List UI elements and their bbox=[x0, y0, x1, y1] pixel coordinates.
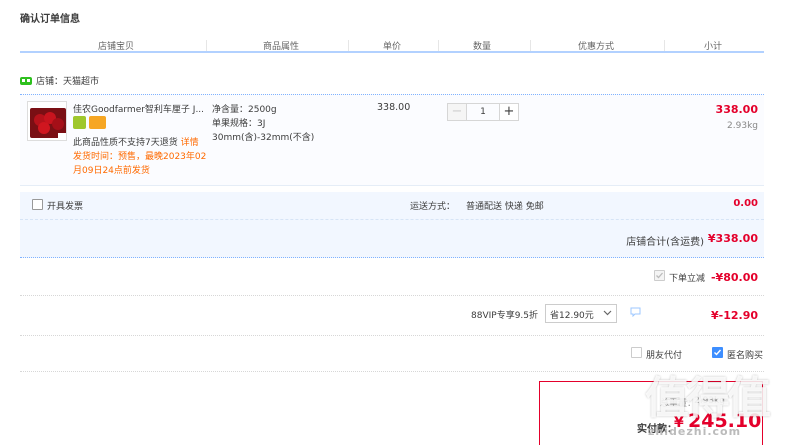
item-subtotal: 338.00 bbox=[715, 103, 758, 116]
vip-discount-select[interactable]: 省12.90元 bbox=[545, 304, 617, 323]
instant-discount-value: -¥80.00 bbox=[710, 271, 758, 284]
column-header-unit-price: 单价 bbox=[383, 42, 402, 52]
column-separator bbox=[348, 40, 349, 51]
shipping-price: 0.00 bbox=[733, 198, 758, 209]
no-return-notice: 此商品性质不支持7天退货 详情 bbox=[73, 135, 199, 148]
column-header-discount: 优惠方式 bbox=[578, 42, 615, 52]
quantity-plus-button[interactable]: + bbox=[499, 103, 519, 121]
invoice-label: 开具发票 bbox=[47, 202, 84, 212]
shipping-method-value: 普通配送 快递 免邮 bbox=[466, 202, 544, 212]
product-title[interactable]: 佳农Goodfarmer智利车厘子 J... bbox=[73, 102, 208, 115]
column-header-quantity: 数量 bbox=[473, 42, 492, 52]
quantity-input[interactable]: 1 bbox=[467, 103, 499, 121]
store-total-value: ¥338.00 bbox=[707, 232, 758, 245]
chevron-down-icon bbox=[603, 308, 612, 320]
ship-time-notice: 发货时间：预售，最晚2023年02月09日24点前发货 bbox=[73, 152, 207, 176]
column-separator bbox=[206, 40, 207, 51]
column-header-store-items: 店铺宝贝 bbox=[98, 42, 135, 52]
card-badge-icon bbox=[89, 116, 106, 129]
table-header: 店铺宝贝 商品属性 单价 数量 优惠方式 小计 bbox=[20, 38, 764, 53]
column-separator bbox=[664, 40, 665, 51]
anonymous-label: 匿名购买 bbox=[727, 351, 764, 361]
shipping-method-label: 运送方式： bbox=[410, 202, 456, 212]
quantity-stepper: − 1 + bbox=[447, 103, 519, 121]
watermark-url: zhidezhi.com bbox=[648, 425, 742, 438]
property-net-weight: 净含量：2500g bbox=[212, 105, 277, 115]
column-header-attributes: 商品属性 bbox=[263, 42, 300, 52]
vip-discount-row: 88VIP专享9.5折 ¥-12.90 bbox=[20, 296, 764, 336]
quantity-minus-button[interactable]: − bbox=[447, 103, 467, 121]
unit-price: 338.00 bbox=[377, 102, 411, 113]
no-return-text: 此商品性质不支持7天退货 bbox=[73, 138, 178, 148]
instant-discount-checkbox bbox=[654, 270, 665, 281]
page-title: 确认订单信息 bbox=[20, 14, 80, 25]
service-badge-icon bbox=[73, 116, 86, 129]
no-return-detail-link[interactable]: 详情 bbox=[181, 138, 199, 148]
column-separator bbox=[530, 40, 531, 51]
tmall-icon bbox=[20, 76, 32, 85]
vip-discount-select-value: 省12.90元 bbox=[550, 311, 594, 321]
vip-discount-value: ¥-12.90 bbox=[710, 309, 758, 322]
friend-pay-label: 朋友代付 bbox=[646, 351, 683, 361]
product-thumbnail[interactable] bbox=[27, 101, 67, 141]
vip-discount-label: 88VIP专享9.5折 bbox=[471, 311, 539, 321]
watermark-logo: 值得值 bbox=[645, 373, 771, 424]
store-total-label: 店铺合计(含运费) bbox=[626, 237, 704, 248]
instant-discount-label: 下单立减 bbox=[669, 274, 706, 284]
discount-row: 下单立减 -¥80.00 bbox=[20, 258, 764, 296]
store-total-row: 店铺合计(含运费) ¥338.00 bbox=[20, 220, 764, 258]
chat-icon[interactable] bbox=[630, 307, 641, 320]
product-properties: 净含量：2500g 单果规格：3J 30mm(含)-32mm(不含) bbox=[212, 103, 348, 145]
anonymous-checkbox[interactable] bbox=[712, 347, 723, 358]
property-spec: 单果规格：3J 30mm(含)-32mm(不含) bbox=[212, 119, 315, 143]
friend-pay-checkbox[interactable] bbox=[631, 347, 642, 358]
invoice-checkbox[interactable] bbox=[32, 199, 43, 210]
invoice-shipping-row: 开具发票 运送方式： 普通配送 快递 免邮 0.00 bbox=[20, 192, 764, 220]
store-name[interactable]: 天猫超市 bbox=[63, 74, 99, 87]
item-weight: 2.93kg bbox=[727, 121, 758, 131]
column-header-subtotal: 小计 bbox=[704, 42, 723, 52]
column-separator bbox=[438, 40, 439, 51]
store-label: 店铺： bbox=[36, 76, 64, 87]
store-row: 店铺： 天猫超市 bbox=[20, 73, 99, 87]
